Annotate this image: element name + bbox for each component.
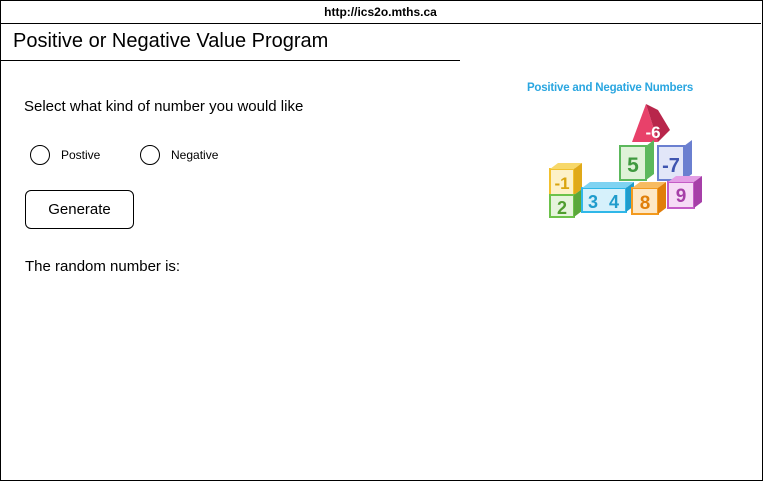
block-label: -7 — [662, 155, 680, 177]
block-label: 4 — [609, 192, 619, 212]
block-label: 5 — [627, 154, 639, 177]
address-bar[interactable]: http://ics2o.mths.ca — [0, 0, 761, 24]
title-divider — [1, 60, 460, 61]
block-label: -1 — [554, 174, 569, 193]
block-label: 9 — [676, 186, 687, 207]
selection-prompt: Select what kind of number you would lik… — [24, 98, 304, 115]
result-label: The random number is: — [25, 258, 181, 275]
block-label: -6 — [645, 123, 660, 142]
block-label: 8 — [640, 193, 651, 214]
generate-button[interactable]: Generate — [25, 190, 134, 229]
positive-radio[interactable] — [30, 145, 50, 165]
number-blocks-image: -6 5 -7 -1 2 3 4 8 9 — [549, 104, 702, 218]
negative-radio-label[interactable]: Negative — [171, 148, 218, 162]
illustration-title: Positive and Negative Numbers — [526, 82, 694, 94]
browser-window — [0, 0, 763, 481]
number-blocks-illustration: -6 5 -7 -1 2 3 4 8 9 Positive and Negati… — [510, 78, 710, 223]
block-label: 2 — [557, 198, 567, 218]
page-title: Positive or Negative Value Program — [13, 30, 329, 52]
negative-radio[interactable] — [140, 145, 160, 165]
block-label: 3 — [588, 192, 598, 212]
positive-radio-label[interactable]: Postive — [61, 148, 100, 162]
